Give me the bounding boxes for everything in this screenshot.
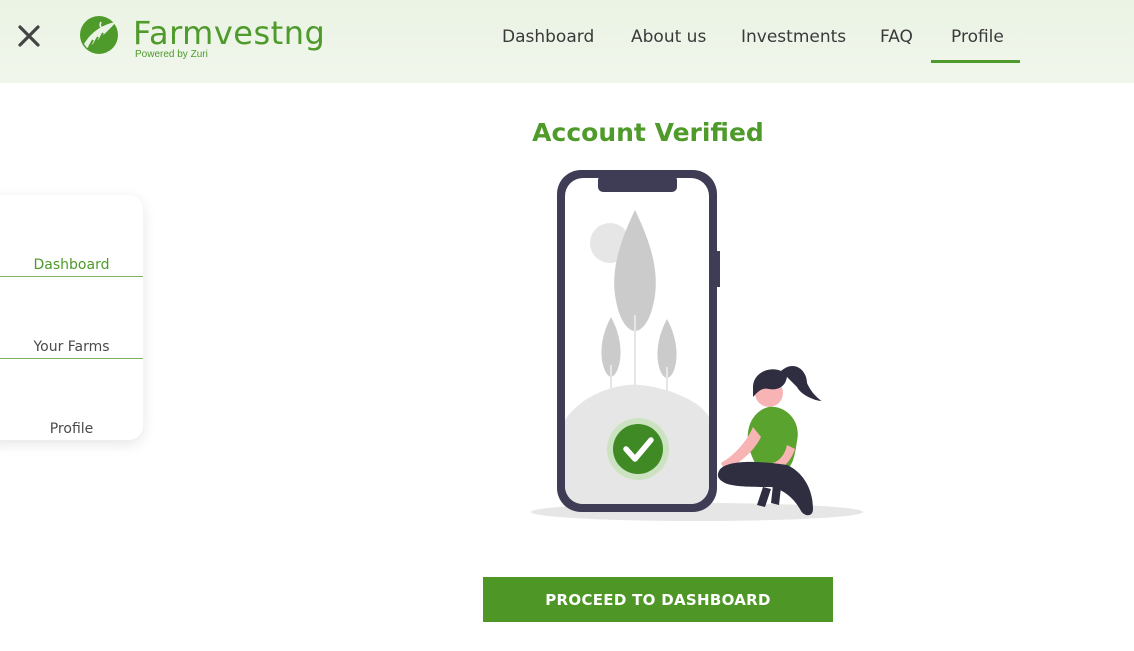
farmvestng-logo-icon xyxy=(80,16,118,54)
nav-profile[interactable]: Profile xyxy=(951,27,1004,47)
account-verified-illustration xyxy=(531,170,863,521)
sidebar-item-your-farms[interactable]: Your Farms xyxy=(0,339,143,355)
sidebar-menu: Dashboard Your Farms Profile xyxy=(0,195,143,440)
close-icon xyxy=(18,25,40,47)
sidebar-divider xyxy=(0,276,143,277)
page-title: Account Verified xyxy=(532,118,764,147)
sidebar-item-dashboard[interactable]: Dashboard xyxy=(0,257,143,273)
sidebar-divider xyxy=(0,358,143,359)
nav-about-us[interactable]: About us xyxy=(631,27,706,47)
nav-dashboard[interactable]: Dashboard xyxy=(502,27,594,47)
brand-title: Farmvestng xyxy=(133,14,326,52)
proceed-to-dashboard-button[interactable]: PROCEED TO DASHBOARD xyxy=(483,577,833,622)
nav-faq[interactable]: FAQ xyxy=(880,27,913,47)
top-navigation-bar: Farmvestng Powered by Zuri Dashboard Abo… xyxy=(0,0,1134,83)
nav-active-indicator xyxy=(931,60,1020,63)
nav-investments[interactable]: Investments xyxy=(741,27,846,47)
brand-logo[interactable]: Farmvestng Powered by Zuri xyxy=(79,14,325,60)
sidebar-item-profile[interactable]: Profile xyxy=(0,421,143,437)
close-menu-button[interactable] xyxy=(14,22,44,50)
